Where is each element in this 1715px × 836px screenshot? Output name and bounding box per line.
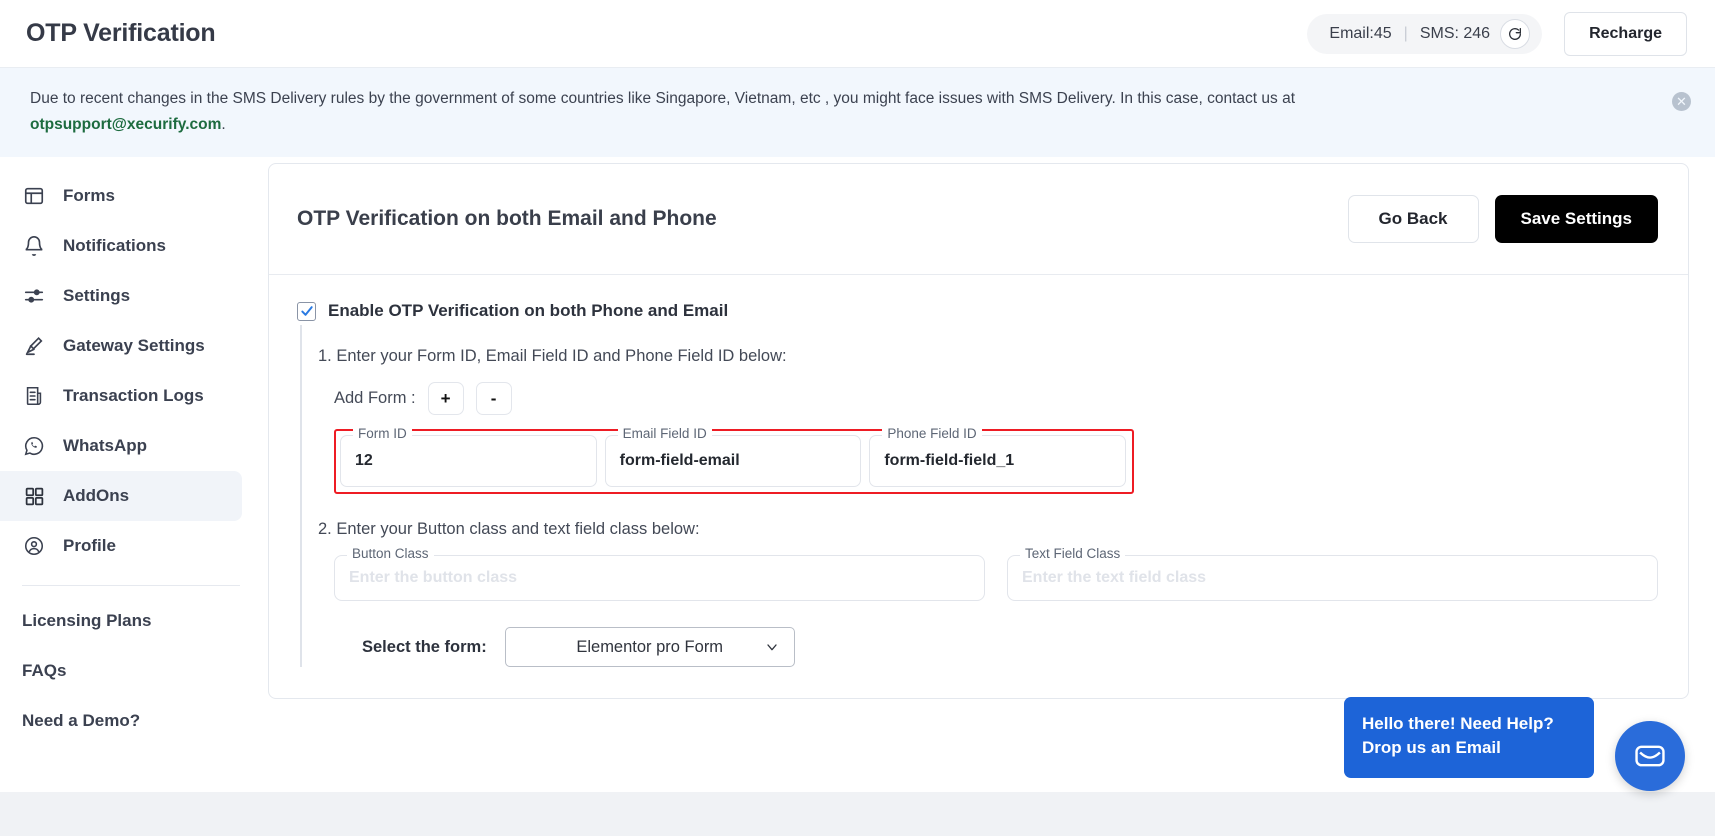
text-field-class-field[interactable]: Text Field Class Enter the text field cl… (1007, 546, 1658, 602)
text-field-class-placeholder: Enter the text field class (1022, 569, 1207, 587)
user-circle-icon (22, 534, 46, 558)
sidebar-item-label: WhatsApp (63, 436, 148, 456)
sidebar-item-label: AddOns (63, 486, 130, 506)
chat-prompt-line2: Drop us an Email (1362, 738, 1501, 758)
sidebar-item-transaction-logs[interactable]: Transaction Logs (0, 371, 242, 421)
sidebar-item-label: Profile (63, 536, 116, 556)
sidebar-item-label: Settings (63, 286, 131, 306)
card-header-actions: Go Back Save Settings (1347, 195, 1658, 244)
remove-form-button[interactable]: - (475, 382, 512, 416)
form-id-value: 12 (355, 452, 373, 470)
grid-icon (22, 484, 46, 508)
form-id-fields-group: Form ID 12 Email Field ID form-field-ema… (334, 426, 1134, 495)
sidebar-item-label: Forms (63, 186, 115, 206)
credit-balance-pill: Email:45 | SMS: 246 (1307, 13, 1543, 54)
add-form-button[interactable]: + (427, 382, 464, 416)
card-title: OTP Verification on both Email and Phone (297, 207, 717, 231)
sms-delivery-notice: Due to recent changes in the SMS Deliver… (0, 68, 1715, 158)
sidebar-item-need-a-demo[interactable]: Need a Demo? (0, 696, 268, 746)
support-email-link[interactable]: otpsupport@xecurify.com (30, 116, 221, 133)
brush-icon (22, 334, 46, 358)
sidebar-item-addons[interactable]: AddOns (0, 471, 242, 522)
page-title: OTP Verification (26, 19, 216, 47)
sidebar-item-label: Gateway Settings (63, 336, 205, 356)
notice-text: Due to recent changes in the SMS Deliver… (30, 86, 1360, 137)
button-class-placeholder: Enter the button class (349, 569, 518, 587)
go-back-button[interactable]: Go Back (1347, 195, 1479, 244)
class-fields-row: Button Class Enter the button class Text… (334, 546, 1658, 602)
text-field-class-input[interactable]: Enter the text field class (1007, 555, 1658, 602)
footer-strip (0, 792, 1715, 836)
button-class-legend: Button Class (347, 546, 434, 562)
step-1-label: 1. Enter your Form ID, Email Field ID an… (318, 347, 787, 366)
form-select-value: Elementor pro Form (576, 637, 724, 656)
receipt-icon (22, 384, 46, 408)
top-bar: OTP Verification Email:45 | SMS: 246 Rec… (0, 0, 1715, 68)
sidebar-item-forms[interactable]: Forms (0, 171, 242, 221)
sidebar-item-gateway-settings[interactable]: Gateway Settings (0, 321, 242, 371)
whatsapp-icon (22, 434, 46, 458)
form-select-label: Select the form: (362, 637, 487, 656)
sidebar-divider (22, 585, 240, 587)
notice-body: Due to recent changes in the SMS Deliver… (30, 90, 1295, 107)
phone-field-id-input[interactable]: form-field-field_1 (869, 435, 1127, 488)
add-form-row: Add Form : + - (316, 382, 1658, 416)
sidebar-item-settings[interactable]: Settings (0, 271, 242, 321)
bell-icon (22, 234, 46, 258)
card-body: Enable OTP Verification on both Phone an… (269, 275, 1688, 698)
card-header: OTP Verification on both Email and Phone… (269, 164, 1688, 276)
chevron-down-icon (764, 639, 780, 655)
steps-container: 1. Enter your Form ID, Email Field ID an… (300, 325, 1658, 668)
enable-otp-row[interactable]: Enable OTP Verification on both Phone an… (297, 301, 1658, 321)
sidebar-item-label: Notifications (63, 236, 166, 256)
chat-prompt-line1: Hello there! Need Help? (1362, 713, 1554, 733)
button-class-field[interactable]: Button Class Enter the button class (334, 546, 985, 602)
close-icon[interactable]: ✕ (1672, 92, 1691, 111)
email-field-id-field[interactable]: Email Field ID form-field-email (604, 426, 862, 488)
sliders-icon (22, 284, 46, 308)
phone-field-id-value: form-field-field_1 (884, 452, 1015, 470)
text-field-class-legend: Text Field Class (1020, 546, 1126, 562)
email-credit-label: Email:45 (1329, 24, 1392, 42)
top-bar-actions: Email:45 | SMS: 246 Recharge (1307, 11, 1687, 56)
email-field-id-legend: Email Field ID (617, 426, 712, 442)
email-field-id-value: form-field-email (619, 452, 740, 470)
enable-otp-label: Enable OTP Verification on both Phone an… (328, 301, 729, 321)
settings-card: OTP Verification on both Email and Phone… (268, 163, 1689, 700)
save-settings-button[interactable]: Save Settings (1494, 195, 1658, 244)
recharge-button[interactable]: Recharge (1564, 11, 1687, 56)
sidebar-item-notifications[interactable]: Notifications (0, 221, 242, 271)
sidebar-item-faqs[interactable]: FAQs (0, 646, 268, 696)
enable-otp-checkbox[interactable] (297, 301, 316, 321)
chat-prompt-bubble[interactable]: Hello there! Need Help? Drop us an Email (1344, 696, 1594, 778)
sms-credit-label: SMS: 246 (1419, 24, 1491, 42)
sidebar-item-label: Transaction Logs (63, 386, 204, 406)
step-2-label: 2. Enter your Button class and text fiel… (318, 520, 700, 539)
sidebar-item-licensing-plans[interactable]: Licensing Plans (0, 596, 268, 646)
form-id-input[interactable]: 12 (340, 435, 597, 488)
form-id-field[interactable]: Form ID 12 (340, 426, 597, 488)
sidebar-item-profile[interactable]: Profile (0, 521, 242, 571)
form-id-legend: Form ID (353, 426, 412, 442)
layout-icon (22, 184, 46, 208)
chat-envelope-icon[interactable] (1615, 721, 1685, 791)
credit-separator: | (1403, 24, 1408, 42)
button-class-input[interactable]: Enter the button class (334, 555, 985, 602)
sidebar-item-whatsapp[interactable]: WhatsApp (0, 421, 242, 471)
notice-period: . (221, 115, 226, 133)
sidebar: Forms Notifications Settings Gateway Set… (0, 157, 268, 836)
form-select-row: Select the form: Elementor pro Form (316, 627, 1658, 668)
refresh-icon[interactable] (1500, 18, 1531, 49)
phone-field-id-legend: Phone Field ID (882, 426, 982, 442)
phone-field-id-field[interactable]: Phone Field ID form-field-field_1 (869, 426, 1127, 488)
form-select-dropdown[interactable]: Elementor pro Form (504, 627, 795, 668)
add-form-label: Add Form : (334, 389, 416, 408)
email-field-id-input[interactable]: form-field-email (604, 435, 862, 488)
